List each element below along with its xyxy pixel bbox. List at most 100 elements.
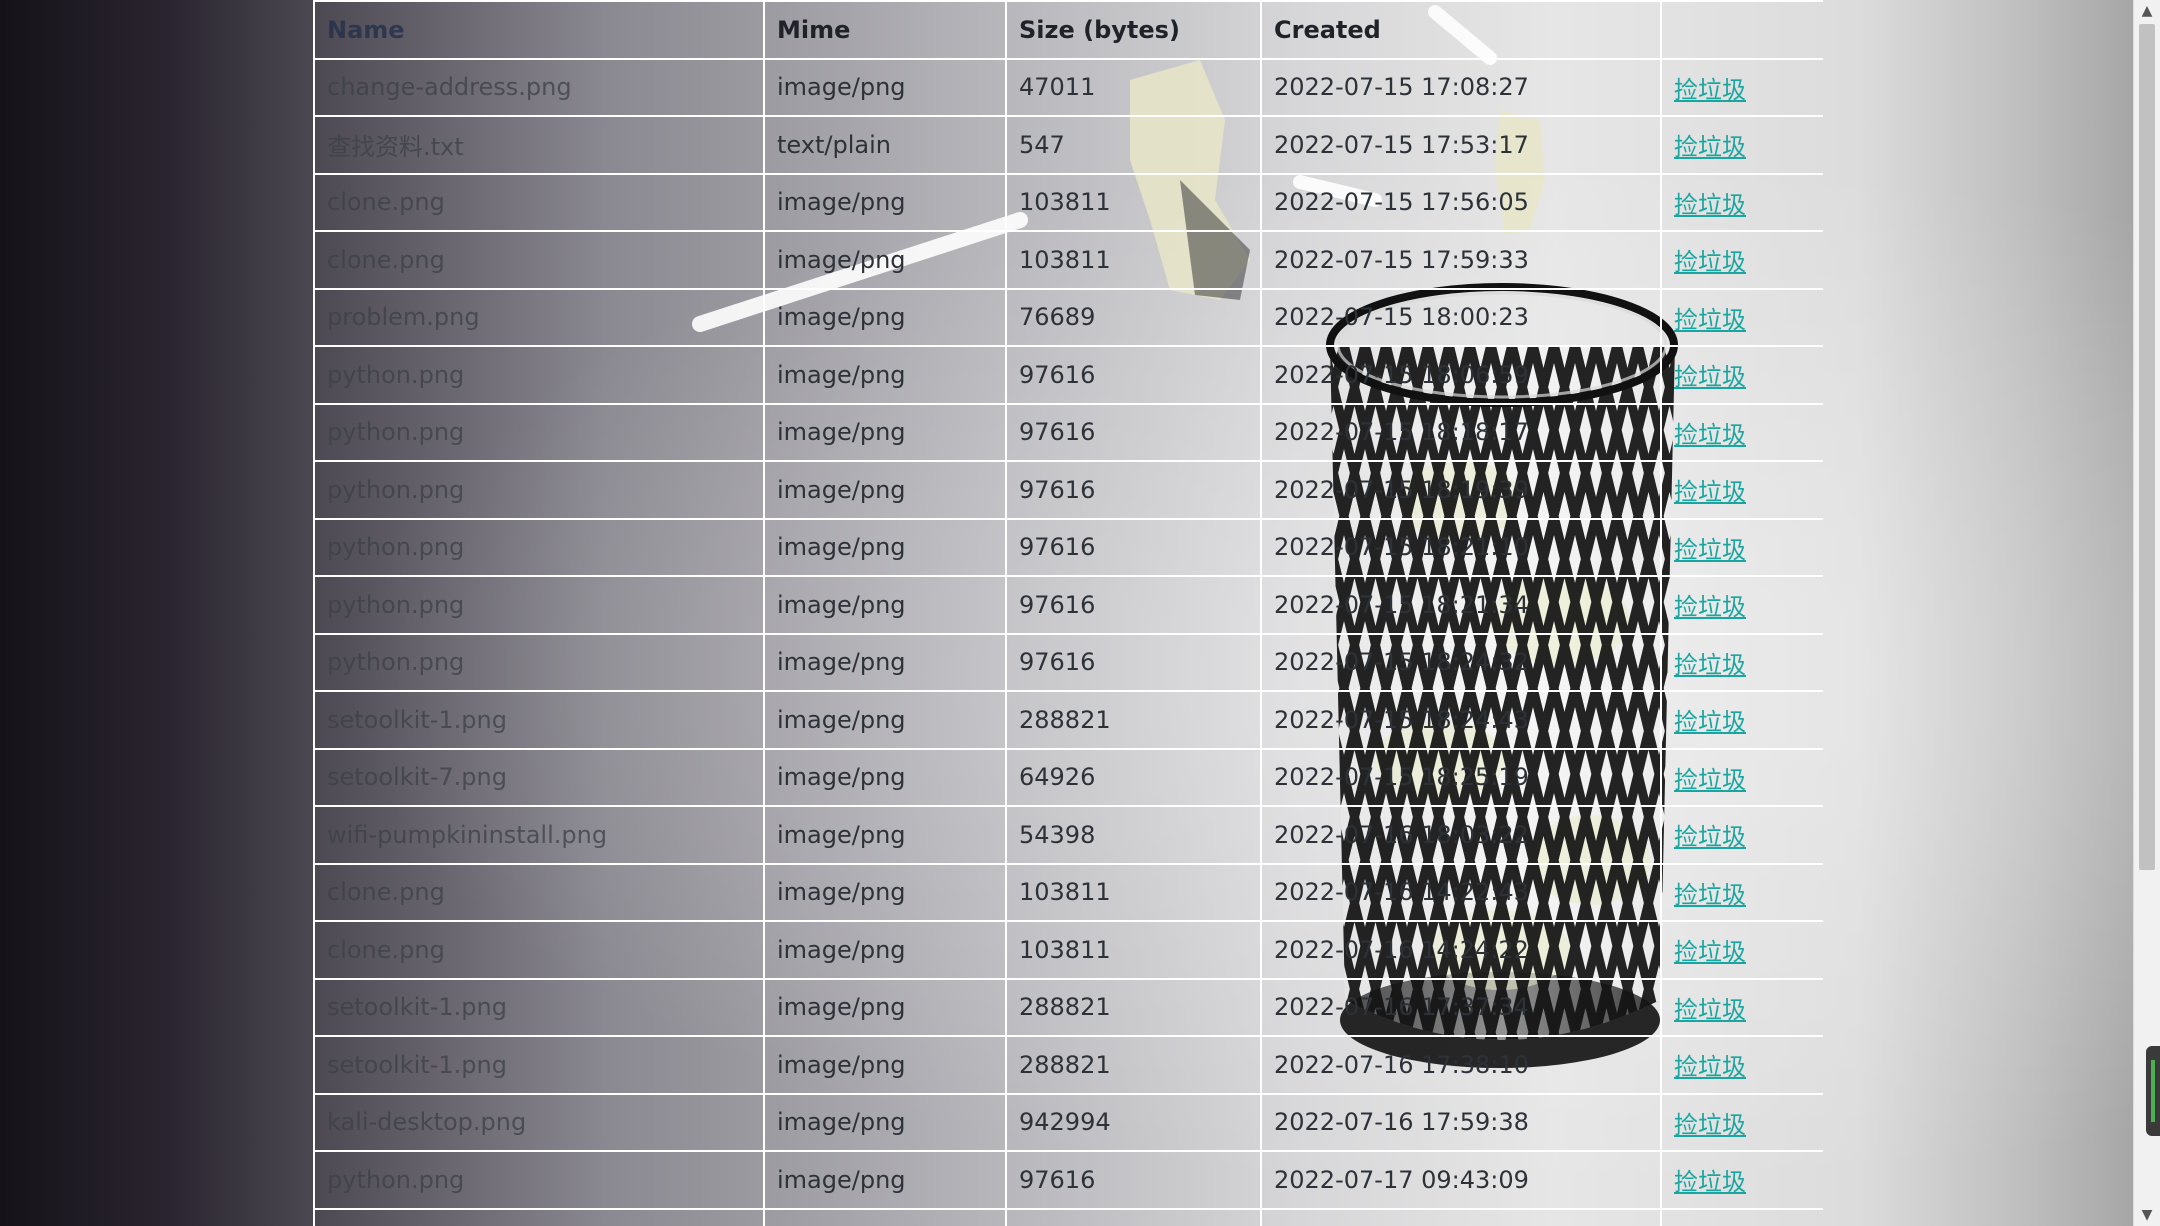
file-name-cell: clone.png — [313, 172, 765, 232]
size-cell: 547 — [1005, 115, 1262, 175]
size-cell: 288821 — [1005, 1035, 1262, 1095]
size-cell: 97616 — [1005, 402, 1262, 462]
file-name-cell: setoolkit-1.png — [313, 1035, 765, 1095]
file-name-cell: python.png — [313, 345, 765, 405]
mime-cell: image/png — [763, 632, 1007, 692]
action-cell: 捡垃圾 — [1660, 862, 1823, 922]
pick-up-link[interactable]: 捡垃圾 — [1674, 421, 1746, 449]
column-header-mime: Mime — [763, 0, 1007, 60]
created-cell: 2022-07-15 18:24:43 — [1260, 690, 1662, 750]
pick-up-link[interactable]: 捡垃圾 — [1674, 708, 1746, 736]
size-cell: 47011 — [1005, 57, 1262, 117]
action-cell — [1660, 1207, 1823, 1226]
created-cell: 2022-07-16 14:22:43 — [1260, 862, 1662, 922]
file-name-cell: python.png — [313, 517, 765, 577]
pick-up-link[interactable]: 捡垃圾 — [1674, 248, 1746, 276]
vertical-scrollbar[interactable]: ▲ ▼ — [2133, 0, 2160, 1226]
created-cell: 2022-07-16 18:03:22 — [1260, 805, 1662, 865]
pick-up-link[interactable]: 捡垃圾 — [1674, 306, 1746, 334]
file-name-cell: clone.png — [313, 920, 765, 980]
size-cell: 97616 — [1005, 632, 1262, 692]
file-name-cell — [313, 1207, 765, 1226]
created-cell: 2022-07-15 18:24:32 — [1260, 632, 1662, 692]
file-name-cell: change-address.png — [313, 57, 765, 117]
size-cell: 54398 — [1005, 805, 1262, 865]
size-cell: 97616 — [1005, 345, 1262, 405]
action-cell: 捡垃圾 — [1660, 1092, 1823, 1152]
table-row: python.png image/png 97616 2022-07-15 18:21… — [313, 575, 1823, 635]
table-row: setoolkit-7.png image/png 64926 2022-07-15 … — [313, 747, 1823, 807]
created-cell: 2022-07-15 17:59:33 — [1260, 230, 1662, 290]
mime-cell: image/png — [763, 1035, 1007, 1095]
file-name-cell: python.png — [313, 632, 765, 692]
mime-cell: image/png — [763, 1150, 1007, 1210]
mime-cell: image/png — [763, 517, 1007, 577]
chevron-down-icon[interactable]: ▼ — [2134, 1204, 2160, 1226]
chevron-up-icon[interactable]: ▲ — [2134, 0, 2160, 22]
size-cell: 103811 — [1005, 172, 1262, 232]
created-cell: 2022-07-15 17:56:05 — [1260, 172, 1662, 232]
pick-up-link[interactable]: 捡垃圾 — [1674, 938, 1746, 966]
action-cell: 捡垃圾 — [1660, 517, 1823, 577]
pick-up-link[interactable]: 捡垃圾 — [1674, 996, 1746, 1024]
pick-up-link[interactable]: 捡垃圾 — [1674, 191, 1746, 219]
pick-up-link[interactable]: 捡垃圾 — [1674, 363, 1746, 391]
pick-up-link[interactable]: 捡垃圾 — [1674, 536, 1746, 564]
table-row: change-address.png image/png 47011 2022-07-… — [313, 57, 1823, 117]
action-cell: 捡垃圾 — [1660, 632, 1823, 692]
pick-up-link[interactable]: 捡垃圾 — [1674, 823, 1746, 851]
pick-up-link[interactable]: 捡垃圾 — [1674, 1168, 1746, 1196]
action-cell: 捡垃圾 — [1660, 230, 1823, 290]
side-panel-handle[interactable] — [2146, 1046, 2160, 1136]
table-body: change-address.png image/png 47011 2022-07-… — [313, 57, 1823, 1226]
pick-up-link[interactable]: 捡垃圾 — [1674, 76, 1746, 104]
pick-up-link[interactable]: 捡垃圾 — [1674, 133, 1746, 161]
mime-cell: image/png — [763, 805, 1007, 865]
size-cell: 76689 — [1005, 287, 1262, 347]
file-name-cell: setoolkit-1.png — [313, 977, 765, 1037]
table-row: clone.png image/png 103811 2022-07-16 14:22… — [313, 862, 1823, 922]
action-cell: 捡垃圾 — [1660, 1035, 1823, 1095]
mime-cell: image/png — [763, 690, 1007, 750]
mime-cell: image/png — [763, 345, 1007, 405]
file-name-cell: kali-desktop.png — [313, 1092, 765, 1152]
action-cell: 捡垃圾 — [1660, 345, 1823, 405]
created-cell: 2022-07-15 17:08:27 — [1260, 57, 1662, 117]
created-cell — [1260, 1207, 1662, 1226]
created-cell: 2022-07-15 18:21:34 — [1260, 575, 1662, 635]
file-name-cell: setoolkit-7.png — [313, 747, 765, 807]
scrollbar-thumb[interactable] — [2139, 24, 2155, 870]
size-cell: 97616 — [1005, 575, 1262, 635]
table-row: kali-desktop.png image/png 942994 2022-07-1… — [313, 1092, 1823, 1152]
size-cell: 64926 — [1005, 747, 1262, 807]
pick-up-link[interactable]: 捡垃圾 — [1674, 478, 1746, 506]
mime-cell: image/png — [763, 172, 1007, 232]
files-table-container: Name Mime Size (bytes) Created change-ad… — [313, 0, 1823, 1226]
pick-up-link[interactable]: 捡垃圾 — [1674, 1053, 1746, 1081]
file-name-cell: clone.png — [313, 862, 765, 922]
pick-up-link[interactable]: 捡垃圾 — [1674, 766, 1746, 794]
mime-cell: image/png — [763, 1092, 1007, 1152]
size-cell: 288821 — [1005, 690, 1262, 750]
file-name-cell: python.png — [313, 402, 765, 462]
pick-up-link[interactable]: 捡垃圾 — [1674, 593, 1746, 621]
pick-up-link[interactable]: 捡垃圾 — [1674, 1111, 1746, 1139]
file-name-cell: problem.png — [313, 287, 765, 347]
column-header-created: Created — [1260, 0, 1662, 60]
column-header-action — [1660, 0, 1823, 60]
created-cell: 2022-07-15 18:06:59 — [1260, 345, 1662, 405]
mime-cell: image/png — [763, 57, 1007, 117]
mime-cell: image/png — [763, 287, 1007, 347]
table-row: python.png image/png 97616 2022-07-15 18:19… — [313, 460, 1823, 520]
size-cell: 97616 — [1005, 517, 1262, 577]
mime-cell: image/png — [763, 460, 1007, 520]
action-cell: 捡垃圾 — [1660, 1150, 1823, 1210]
pick-up-link[interactable]: 捡垃圾 — [1674, 881, 1746, 909]
pick-up-link[interactable]: 捡垃圾 — [1674, 651, 1746, 679]
mime-cell: text/plain — [763, 115, 1007, 175]
size-cell: 288821 — [1005, 977, 1262, 1037]
table-row: python.png image/png 97616 2022-07-15 18:18… — [313, 402, 1823, 462]
file-name-cell: python.png — [313, 1150, 765, 1210]
table-row: python.png image/png 97616 2022-07-17 09:43… — [313, 1150, 1823, 1210]
size-cell: 97616 — [1005, 1150, 1262, 1210]
